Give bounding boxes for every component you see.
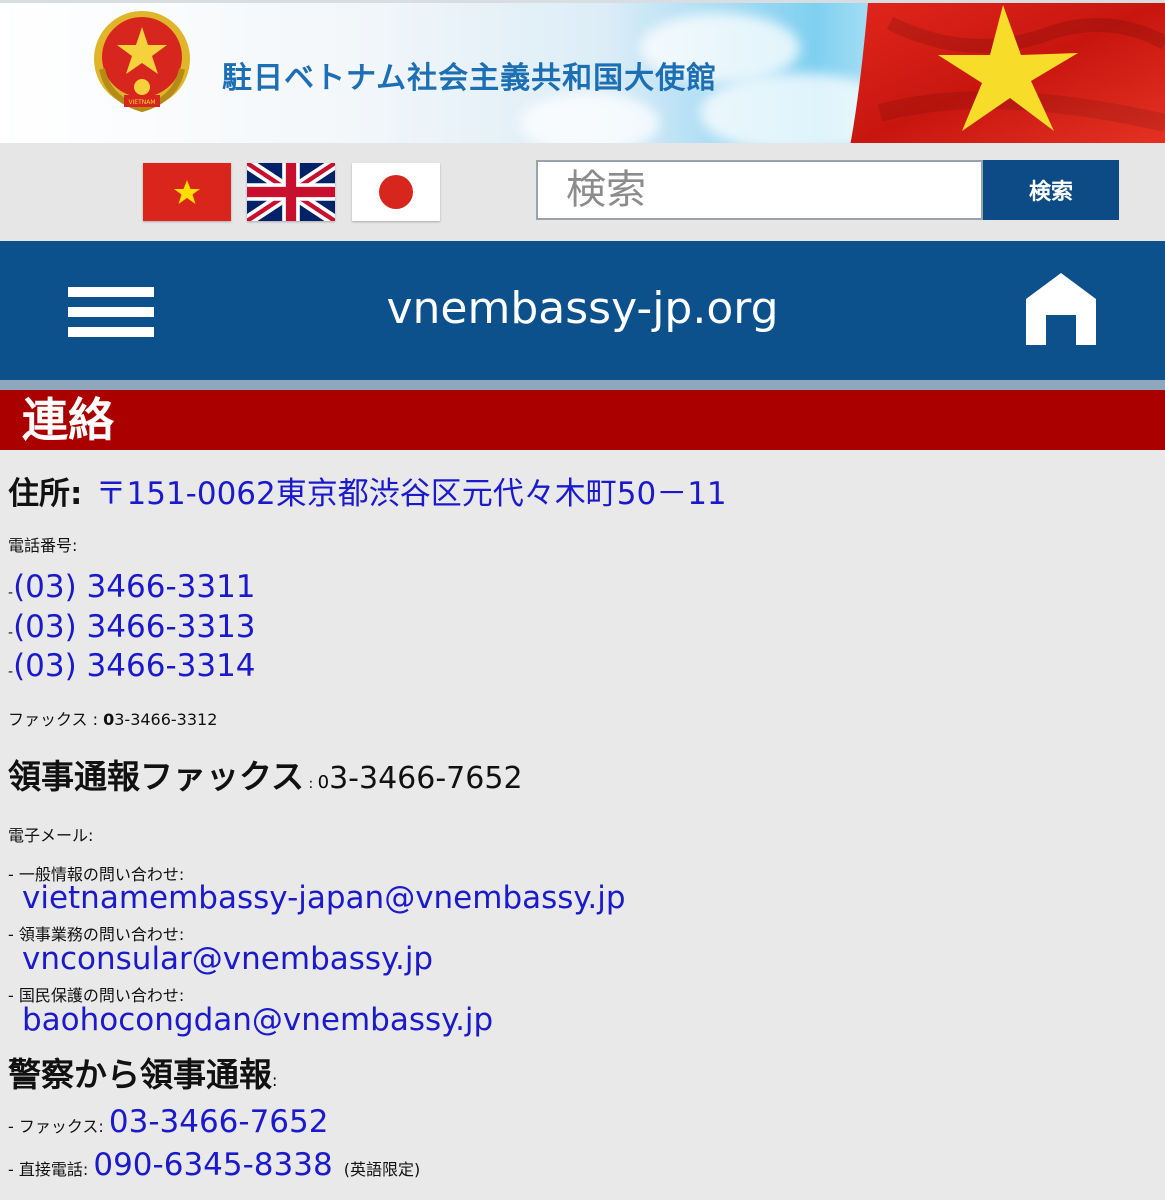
embassy-title: 駐日ベトナム社会主義共和国大使館 <box>222 61 718 96</box>
police-phone-note: (英語限定) <box>343 1160 421 1179</box>
consular-fax-first-digit: 0 <box>317 772 330 793</box>
vietnamese-flag-icon <box>143 163 231 221</box>
police-heading: 警察から領事通報: <box>8 1048 277 1096</box>
email-label: 電子メール: <box>8 826 94 845</box>
site-name: vnembassy-jp.org <box>386 283 779 334</box>
consular-fax-separator: : <box>304 776 318 792</box>
consular-fax-number: 3-3466-7652 <box>329 761 523 796</box>
nav-divider <box>0 380 1165 390</box>
language-search-bar: 検索 <box>0 143 1165 241</box>
fax-first-digit: 0 <box>103 710 115 729</box>
search-button[interactable]: 検索 <box>983 160 1119 220</box>
police-phone-label: - 直接電話: <box>8 1160 89 1179</box>
consular-fax-label: 領事通報ファックス <box>8 757 305 796</box>
police-phone-link[interactable]: 090-6345-8338 <box>93 1147 332 1183</box>
section-header: 連絡 <box>0 390 1165 450</box>
emblem-text: VIETNAM <box>128 99 155 106</box>
state-emblem-icon: VIETNAM <box>94 11 190 113</box>
address-row: 住所: 〒151-0062東京都渋谷区元代々木町50－11 <box>8 468 727 513</box>
police-phone-row: - 直接電話: 090-6345-8338 (英語限定) <box>8 1147 420 1183</box>
language-vietnamese-button[interactable] <box>143 163 231 221</box>
phone-item: -(03) 3466-3314 <box>8 648 256 684</box>
phone-item: -(03) 3466-3311 <box>8 569 256 605</box>
phone-label: 電話番号: <box>8 536 78 555</box>
uk-flag-icon <box>243 158 339 226</box>
search-input[interactable] <box>536 160 983 220</box>
fax-label: ファックス : <box>8 710 104 729</box>
site-banner: VIETNAM 駐日ベトナム社会主義共和国大使館 <box>0 0 1165 143</box>
police-label: 警察から領事通報 <box>8 1055 272 1094</box>
banner-cloud <box>520 93 660 143</box>
language-english-button[interactable] <box>243 158 339 226</box>
email-link[interactable]: vietnamembassy-japan@vnembassy.jp <box>22 880 626 916</box>
vietnam-flag-image <box>850 3 1165 143</box>
section-title: 連絡 <box>22 393 114 447</box>
phone-link[interactable]: (03) 3466-3313 <box>13 609 255 645</box>
email-link[interactable]: vnconsular@vnembassy.jp <box>22 941 433 977</box>
fax-row: ファックス : 03-3466-3312 <box>8 706 217 730</box>
phone-link[interactable]: (03) 3466-3314 <box>13 648 255 684</box>
phone-link[interactable]: (03) 3466-3311 <box>13 569 255 605</box>
address-link[interactable]: 〒151-0062東京都渋谷区元代々木町50－11 <box>96 476 727 512</box>
address-label: 住所: <box>8 476 83 512</box>
police-fax-link[interactable]: 03-3466-7652 <box>109 1104 329 1140</box>
phone-item: -(03) 3466-3313 <box>8 609 256 645</box>
fax-number: 3-3466-3312 <box>114 710 218 729</box>
contact-content: 住所: 〒151-0062東京都渋谷区元代々木町50－11 電話番号: -(03… <box>0 452 1165 1200</box>
police-fax-row: - ファックス: 03-3466-7652 <box>8 1104 328 1140</box>
main-navbar: vnembassy-jp.org <box>0 241 1165 380</box>
consular-fax-row: 領事通報ファックス : 03-3466-7652 <box>8 750 523 798</box>
police-fax-label: - ファックス: <box>8 1117 104 1136</box>
email-link[interactable]: baohocongdan@vnembassy.jp <box>22 1002 493 1038</box>
home-icon[interactable] <box>1024 271 1098 347</box>
language-japanese-button[interactable] <box>352 163 440 221</box>
police-colon: : <box>272 1071 278 1090</box>
japan-flag-icon <box>352 163 440 221</box>
